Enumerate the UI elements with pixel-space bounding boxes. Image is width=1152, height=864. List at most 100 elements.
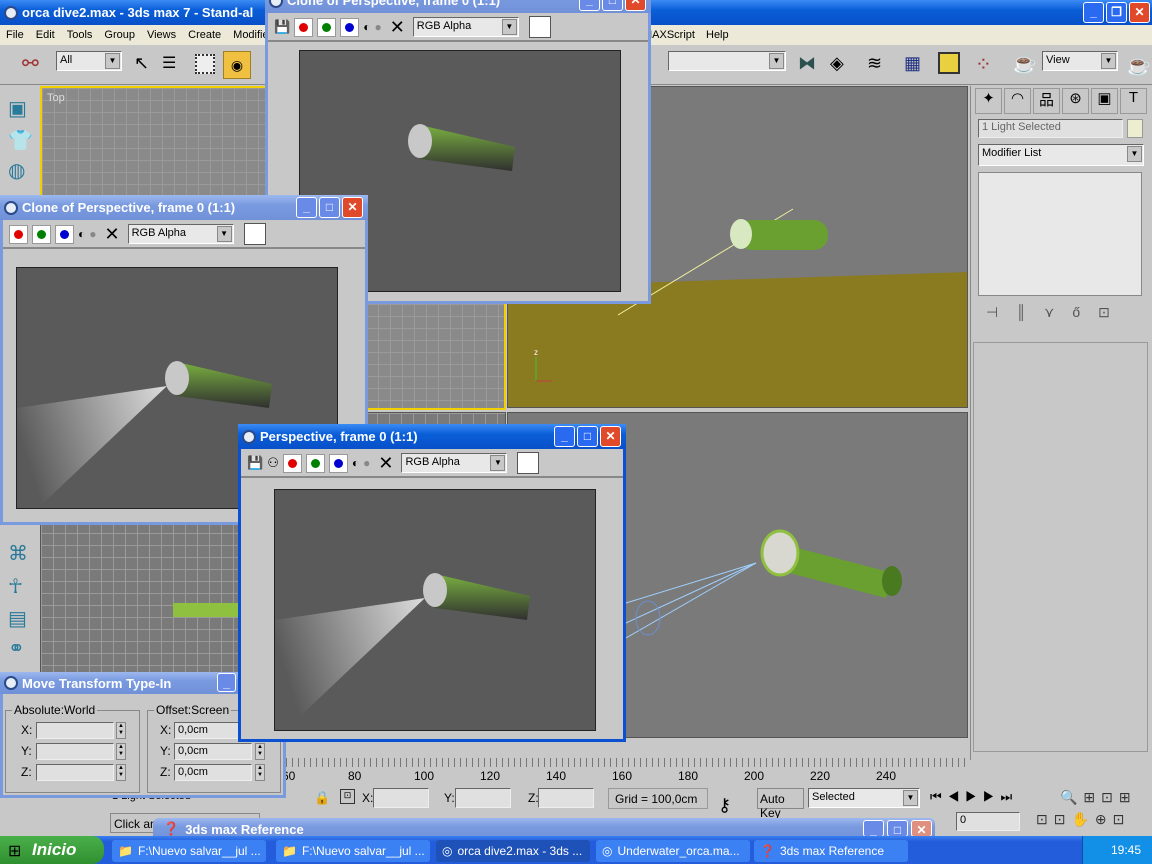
select-by-name-icon[interactable]: ☰: [162, 53, 176, 73]
align-icon[interactable]: ◈: [830, 53, 844, 74]
red-channel-toggle[interactable]: [294, 17, 314, 37]
viewport-nav-icons-top[interactable]: 🔍⊞⊡⊞: [1060, 789, 1137, 806]
green-channel-toggle[interactable]: [305, 453, 325, 473]
minimize-button[interactable]: _: [554, 426, 575, 447]
clear-icon[interactable]: ✕: [105, 224, 120, 245]
window-crossing-icon[interactable]: ◉: [223, 51, 251, 79]
menu-file[interactable]: File: [6, 29, 24, 41]
set-key-icon[interactable]: ⚷: [718, 795, 731, 816]
timeline-track[interactable]: 60 80 100 120 140 160 180 200 220 240: [280, 758, 968, 784]
channel-dropdown[interactable]: RGB Alpha ▼: [412, 17, 519, 37]
offset-y-spinner[interactable]: ▲ ▼: [255, 743, 265, 760]
sphere-icon[interactable]: ◍: [8, 158, 25, 183]
blue-channel-toggle[interactable]: [340, 17, 360, 37]
monochrome-icon[interactable]: ◐: [78, 227, 85, 241]
key-filter-dropdown[interactable]: Selected ▼: [808, 788, 920, 808]
named-selection-dropdown[interactable]: ▼: [668, 51, 786, 71]
select-link-icon[interactable]: ⚯: [22, 51, 39, 76]
menu-help[interactable]: Help: [706, 29, 729, 41]
menu-views[interactable]: Views: [147, 29, 176, 41]
tab-display[interactable]: ▣: [1091, 88, 1118, 114]
close-button[interactable]: ✕: [600, 426, 621, 447]
color-swatch[interactable]: [528, 16, 551, 38]
curve-editor-icon[interactable]: ▦: [904, 53, 921, 74]
object-color-swatch[interactable]: [1127, 119, 1143, 138]
x-coordinate-field[interactable]: [373, 788, 429, 808]
offset-z-spinner[interactable]: ▲ ▼: [255, 764, 265, 781]
selection-filter-dropdown[interactable]: All ▼: [56, 51, 122, 71]
clear-icon[interactable]: ✕: [378, 453, 393, 474]
link-icon[interactable]: ⚭: [8, 636, 25, 661]
viewport-label[interactable]: Top: [47, 92, 65, 104]
tab-utilities[interactable]: T: [1120, 88, 1147, 114]
offset-y-field[interactable]: 0,0cm: [174, 743, 252, 760]
modifier-stack[interactable]: [978, 172, 1142, 296]
minimize-button[interactable]: _: [1083, 2, 1104, 23]
taskbar-item[interactable]: ◎ orca dive2.max - 3ds ...: [436, 840, 590, 862]
blue-channel-toggle[interactable]: [328, 453, 348, 473]
blue-channel-toggle[interactable]: [55, 224, 74, 244]
minimize-button[interactable]: _: [579, 0, 600, 11]
monochrome-icon[interactable]: ◐: [363, 20, 370, 34]
modifier-list-dropdown[interactable]: Modifier List ▼: [978, 144, 1144, 166]
auto-key-button[interactable]: Auto Key: [757, 788, 804, 820]
monochrome-icon[interactable]: ◐: [352, 456, 359, 470]
object-name-field[interactable]: 1 Light Selected: [978, 119, 1123, 138]
color-swatch[interactable]: [243, 223, 266, 245]
absolute-y-field[interactable]: [36, 743, 114, 760]
maximize-button[interactable]: □: [887, 820, 908, 837]
channel-dropdown[interactable]: RGB Alpha ▼: [401, 453, 508, 473]
viewport-nav-icons-bottom[interactable]: ⊡⊡✋⊕⊡: [1036, 811, 1130, 828]
absolute-x-field[interactable]: [36, 722, 114, 739]
render-window-title-bar[interactable]: Clone of Perspective, frame 0 (1:1) _ □ …: [0, 195, 368, 220]
select-arrow-icon[interactable]: ↖: [134, 53, 149, 74]
material-editor-icon[interactable]: ⁘: [975, 52, 992, 77]
region-select-icon[interactable]: [195, 54, 215, 74]
tab-modify[interactable]: ◠: [1004, 88, 1031, 114]
taskbar-item[interactable]: 📁 F:\Nuevo salvar__jul ...: [276, 840, 430, 862]
close-button[interactable]: ✕: [342, 197, 363, 218]
absolute-x-spinner[interactable]: ▲ ▼: [116, 722, 126, 739]
menu-group[interactable]: Group: [104, 29, 135, 41]
minimize-button[interactable]: _: [217, 673, 236, 692]
playback-controls[interactable]: ⏮◀▶▶⏭: [930, 789, 1018, 805]
clear-icon[interactable]: ✕: [390, 17, 405, 38]
tab-hierarchy[interactable]: 品: [1033, 88, 1060, 114]
taskbar-item[interactable]: ◎ Underwater_orca.ma...: [596, 840, 750, 862]
menu-create[interactable]: Create: [188, 29, 221, 41]
restore-button[interactable]: ❐: [1106, 2, 1127, 23]
green-channel-toggle[interactable]: [317, 17, 337, 37]
create-box-icon[interactable]: ▣: [8, 96, 27, 121]
schematic-view-icon[interactable]: [938, 52, 960, 74]
clone-icon[interactable]: ⚇: [267, 455, 279, 471]
absolute-z-field[interactable]: [36, 764, 114, 781]
absolute-y-spinner[interactable]: ▲ ▼: [116, 743, 126, 760]
maximize-button[interactable]: □: [577, 426, 598, 447]
current-frame-field[interactable]: 0: [956, 812, 1020, 831]
y-coordinate-field[interactable]: [455, 788, 511, 808]
cloth-icon[interactable]: ▤: [8, 606, 27, 631]
save-icon[interactable]: 💾: [247, 455, 263, 471]
channel-dropdown[interactable]: RGB Alpha ▼: [127, 224, 234, 244]
shirt-icon[interactable]: 👕: [8, 128, 33, 153]
absolute-mode-icon[interactable]: ⊡: [340, 789, 355, 804]
minimize-button[interactable]: _: [863, 820, 884, 837]
save-icon[interactable]: 💾: [274, 19, 290, 35]
color-swatch[interactable]: [517, 452, 540, 474]
close-button[interactable]: ✕: [625, 0, 646, 11]
close-button[interactable]: ✕: [1129, 2, 1150, 23]
green-channel-toggle[interactable]: [32, 224, 51, 244]
render-window-title-bar[interactable]: Perspective, frame 0 (1:1) _ □ ✕: [238, 424, 626, 449]
biped-icon[interactable]: ☥: [8, 574, 23, 599]
knot-icon[interactable]: ⌘: [8, 541, 28, 566]
mirror-icon[interactable]: ⧓: [798, 53, 816, 74]
render-type-dropdown[interactable]: View ▼: [1042, 51, 1118, 71]
taskbar-item[interactable]: 📁 F:\Nuevo salvar__jul ...: [112, 840, 266, 862]
layers-icon[interactable]: ≋: [867, 53, 882, 74]
maximize-button[interactable]: □: [319, 197, 340, 218]
red-channel-toggle[interactable]: [282, 453, 302, 473]
offset-z-field[interactable]: 0,0cm: [174, 764, 252, 781]
alpha-channel-icon[interactable]: ●: [89, 227, 96, 241]
quick-render-icon[interactable]: ☕: [1126, 53, 1151, 78]
tab-motion[interactable]: ⊛: [1062, 88, 1089, 114]
